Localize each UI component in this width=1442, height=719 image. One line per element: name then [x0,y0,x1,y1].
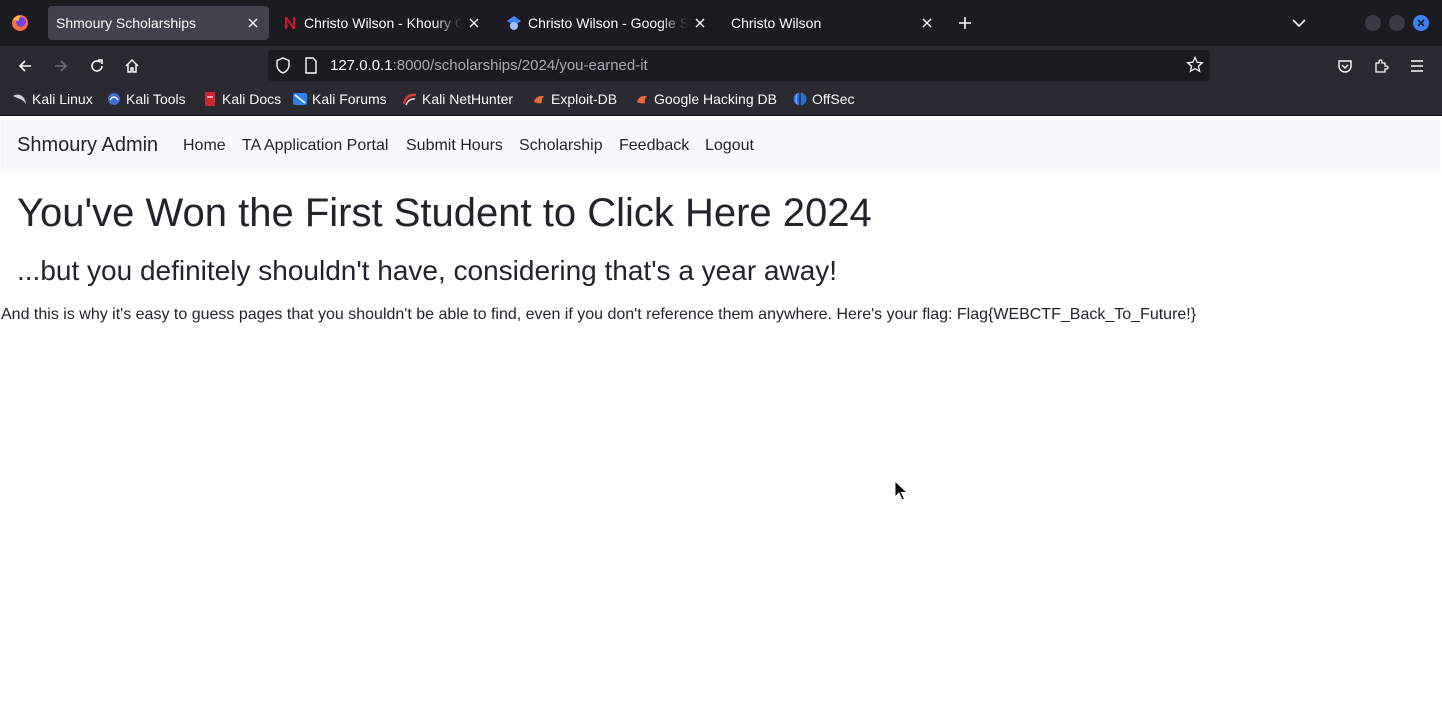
minimize-window-button[interactable] [1365,15,1381,31]
google-scholar-icon [506,15,522,31]
bookmark-kali-docs[interactable]: Kali Docs [202,91,281,107]
tab-title: Christo Wilson [731,15,822,31]
ghdb-icon [634,91,650,107]
page-heading: You've Won the First Student to Click He… [17,191,872,235]
exploit-db-icon [531,91,547,107]
tab-strip: Shmoury Scholarships Christo Wilson - Kh… [0,0,1442,46]
close-tab-icon[interactable] [466,15,482,31]
nav-link-ta-application-portal[interactable]: TA Application Portal [242,137,388,155]
app-menu-hamburger-icon[interactable] [1405,54,1429,78]
tab-christo-wilson[interactable]: Christo Wilson [723,6,943,40]
tab-google-scholar[interactable]: Christo Wilson - Google Scholar [498,6,716,40]
back-arrow-icon[interactable] [13,54,37,78]
pocket-icon[interactable] [1333,54,1357,78]
kali-nethunter-icon [402,91,418,107]
url-path: :8000/scholarships/2024/you-earned-it [392,57,648,74]
forward-arrow-icon[interactable] [49,54,73,78]
page-subheading: ...but you definitely shouldn't have, co… [17,255,838,286]
bookmark-label: Google Hacking DB [654,91,777,107]
offsec-icon [792,91,808,107]
nav-link-scholarship[interactable]: Scholarship [519,137,603,155]
kali-forums-icon [292,91,308,107]
bookmark-exploit-db[interactable]: Exploit-DB [531,91,617,107]
bookmark-label: Kali Docs [222,91,282,107]
site-brand-link[interactable]: Shmoury Admin [17,134,158,157]
bookmark-star-icon[interactable] [1186,55,1204,79]
bookmark-kali-tools[interactable]: Kali Tools [106,91,186,107]
close-tab-icon[interactable] [919,15,935,31]
kali-docs-icon [202,91,218,107]
northeastern-n-icon [282,15,298,31]
kali-dragon-icon [12,91,28,107]
bookmark-label: OffSec [812,91,855,107]
nav-link-home[interactable]: Home [183,137,226,155]
tracking-protection-shield-icon[interactable] [275,57,291,79]
page-info-icon[interactable] [304,57,318,79]
bookmark-google-hacking-db[interactable]: Google Hacking DB [634,91,777,107]
bookmark-label: Kali Tools [126,91,186,107]
tab-title: Christo Wilson - Khoury College [304,15,462,31]
bookmark-kali-linux[interactable]: Kali Linux [12,91,93,107]
nav-link-feedback[interactable]: Feedback [619,137,689,155]
list-all-tabs-chevron-icon[interactable] [1288,12,1310,34]
kali-tools-icon [106,91,122,107]
page-content: Shmoury Admin Home TA Application Portal… [0,117,1442,719]
new-tab-plus-icon[interactable] [954,12,976,34]
address-bar[interactable]: 127.0.0.1:8000/scholarships/2024/you-ear… [268,50,1210,81]
bookmark-label: Kali NetHunter [422,91,514,107]
site-navbar: Shmoury Admin Home TA Application Portal… [1,117,1441,173]
bookmark-kali-forums[interactable]: Kali Forums [292,91,387,107]
bookmark-kali-nethunter[interactable]: Kali NetHunter [402,91,513,107]
bookmark-label: Kali Linux [32,91,93,107]
close-tab-icon[interactable] [245,15,261,31]
tab-title: Shmoury Scholarships [56,15,197,31]
close-window-button[interactable] [1413,15,1429,31]
mouse-pointer-icon [894,479,909,507]
bookmarks-toolbar: Kali Linux Kali Tools Kali Docs Kali For… [0,85,1442,116]
nav-link-submit-hours[interactable]: Submit Hours [406,137,503,155]
tab-shmoury-scholarships[interactable]: Shmoury Scholarships [48,6,269,40]
nav-link-logout[interactable]: Logout [705,137,754,155]
extensions-puzzle-icon[interactable] [1369,54,1393,78]
url-text[interactable]: 127.0.0.1:8000/scholarships/2024/you-ear… [330,57,648,74]
bookmark-label: Kali Forums [312,91,387,107]
flag-paragraph: And this is why it's easy to guess pages… [1,306,1197,323]
navigation-toolbar: 127.0.0.1:8000/scholarships/2024/you-ear… [0,46,1442,85]
bookmark-offsec[interactable]: OffSec [792,91,855,107]
firefox-view-icon[interactable] [8,11,32,35]
tab-title: Christo Wilson - Google Scholar [528,15,688,31]
bookmark-label: Exploit-DB [551,91,618,107]
tab-khoury[interactable]: Christo Wilson - Khoury College [274,6,490,40]
maximize-window-button[interactable] [1389,15,1405,31]
close-tab-icon[interactable] [692,15,708,31]
reload-icon[interactable] [85,54,109,78]
url-host: 127.0.0.1 [330,57,393,74]
home-icon[interactable] [120,54,144,78]
